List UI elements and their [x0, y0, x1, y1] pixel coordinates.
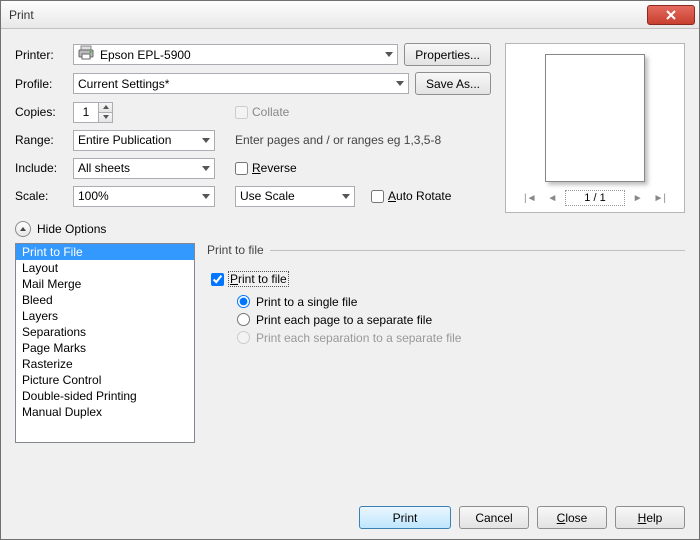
chevron-down-icon — [202, 138, 210, 143]
close-button[interactable]: Close — [537, 506, 607, 529]
range-label: Range: — [15, 133, 67, 147]
print-button[interactable]: Print — [359, 506, 451, 529]
preview-panel: |◄ ◄ 1 / 1 ► ►| — [505, 43, 685, 213]
include-select[interactable]: All sheets — [73, 158, 215, 179]
options-list-item[interactable]: Mail Merge — [16, 276, 194, 292]
window-close-button[interactable] — [647, 5, 695, 25]
collate-label: Collate — [252, 105, 289, 119]
preview-last-button[interactable]: ►| — [651, 190, 669, 206]
preview-nav: |◄ ◄ 1 / 1 ► ►| — [521, 190, 668, 206]
options-list-item[interactable]: Page Marks — [16, 340, 194, 356]
print-to-file-label: Print to file — [228, 271, 289, 287]
chevron-down-icon — [342, 194, 350, 199]
ptf-each-sep-label: Print each separation to a separate file — [256, 331, 461, 345]
auto-rotate-label: Auto Rotate — [388, 189, 451, 203]
dialog-content: Printer: Epson EPL-5900 Properties... Pr… — [1, 29, 699, 539]
options-list-item[interactable]: Layout — [16, 260, 194, 276]
copies-input[interactable] — [74, 103, 98, 122]
chevron-down-icon — [396, 81, 404, 86]
options-list-item[interactable]: Print to File — [16, 244, 194, 260]
collate-checkbox[interactable]: Collate — [235, 105, 289, 119]
options-detail-pane: Print to file Print to file Print to a s… — [207, 243, 685, 498]
preview-first-button[interactable]: |◄ — [521, 190, 539, 206]
profile-value: Current Settings* — [78, 77, 392, 91]
print-dialog: Print Printer: Epson EPL-5900 Properties… — [0, 0, 700, 540]
range-value: Entire Publication — [78, 133, 198, 147]
auto-rotate-checkbox[interactable]: Auto Rotate — [371, 189, 451, 203]
ptf-radio-each-page[interactable]: Print each page to a separate file — [237, 313, 685, 327]
reverse-checkbox[interactable]: Reverse — [235, 161, 297, 175]
reverse-label: Reverse — [252, 161, 297, 175]
print-to-file-legend: Print to file — [207, 243, 270, 257]
scale-mode-select[interactable]: Use Scale — [235, 186, 355, 207]
copies-step-up[interactable] — [99, 103, 112, 113]
options-list-item[interactable]: Rasterize — [16, 356, 194, 372]
triangle-up-icon — [103, 105, 109, 109]
scale-value: 100% — [78, 189, 198, 203]
include-label: Include: — [15, 161, 67, 175]
triangle-down-icon — [103, 115, 109, 119]
help-button[interactable]: Help — [615, 506, 685, 529]
scale-label: Scale: — [15, 189, 67, 203]
profile-select[interactable]: Current Settings* — [73, 73, 409, 94]
chevron-down-icon — [202, 166, 210, 171]
print-to-file-group: Print to file Print to file Print to a s… — [207, 243, 685, 349]
printer-label: Printer: — [15, 48, 67, 62]
options-list-item[interactable]: Picture Control — [16, 372, 194, 388]
printer-select[interactable]: Epson EPL-5900 — [73, 44, 398, 65]
preview-page-indicator: 1 / 1 — [565, 190, 624, 206]
profile-label: Profile: — [15, 77, 67, 91]
cancel-button[interactable]: Cancel — [459, 506, 529, 529]
titlebar: Print — [1, 1, 699, 29]
options-list-item[interactable]: Separations — [16, 324, 194, 340]
copies-step-down[interactable] — [99, 113, 112, 122]
save-as-button[interactable]: Save As... — [415, 72, 491, 95]
copies-label: Copies: — [15, 105, 67, 119]
ptf-radio-single[interactable]: Print to a single file — [237, 295, 685, 309]
chevron-down-icon — [385, 52, 393, 57]
top-area: Printer: Epson EPL-5900 Properties... Pr… — [15, 43, 685, 213]
properties-button[interactable]: Properties... — [404, 43, 491, 66]
scale-mode-value: Use Scale — [240, 189, 338, 203]
ptf-radio-each-sep: Print each separation to a separate file — [237, 331, 685, 345]
hide-options-toggle[interactable]: Hide Options — [15, 221, 685, 237]
preview-page — [545, 54, 645, 182]
close-icon — [666, 10, 676, 20]
ptf-each-page-label: Print each page to a separate file — [256, 313, 432, 327]
scale-select[interactable]: 100% — [73, 186, 215, 207]
hide-options-label: Hide Options — [37, 222, 106, 236]
options-list-item[interactable]: Bleed — [16, 292, 194, 308]
include-value: All sheets — [78, 161, 198, 175]
options-listbox[interactable]: Print to FileLayoutMail MergeBleedLayers… — [15, 243, 195, 443]
window-title: Print — [9, 8, 34, 22]
options-list-item[interactable]: Layers — [16, 308, 194, 324]
dialog-buttons: Print Cancel Close Help — [15, 498, 685, 529]
ptf-single-label: Print to a single file — [256, 295, 357, 309]
preview-prev-button[interactable]: ◄ — [543, 190, 561, 206]
chevron-down-icon — [202, 194, 210, 199]
preview-next-button[interactable]: ► — [629, 190, 647, 206]
print-to-file-checkbox[interactable]: Print to file — [211, 271, 289, 287]
range-select[interactable]: Entire Publication — [73, 130, 215, 151]
preview-column: |◄ ◄ 1 / 1 ► ►| — [505, 43, 685, 213]
lower-panel: Print to FileLayoutMail MergeBleedLayers… — [15, 243, 685, 498]
printer-icon — [78, 45, 94, 64]
form-column: Printer: Epson EPL-5900 Properties... Pr… — [15, 43, 491, 213]
chevron-up-icon — [15, 221, 31, 237]
copies-stepper[interactable] — [73, 102, 113, 123]
range-hint: Enter pages and / or ranges eg 1,3,5-8 — [235, 133, 441, 147]
options-list-item[interactable]: Manual Duplex — [16, 404, 194, 420]
options-list-item[interactable]: Double-sided Printing — [16, 388, 194, 404]
printer-value: Epson EPL-5900 — [100, 48, 375, 62]
